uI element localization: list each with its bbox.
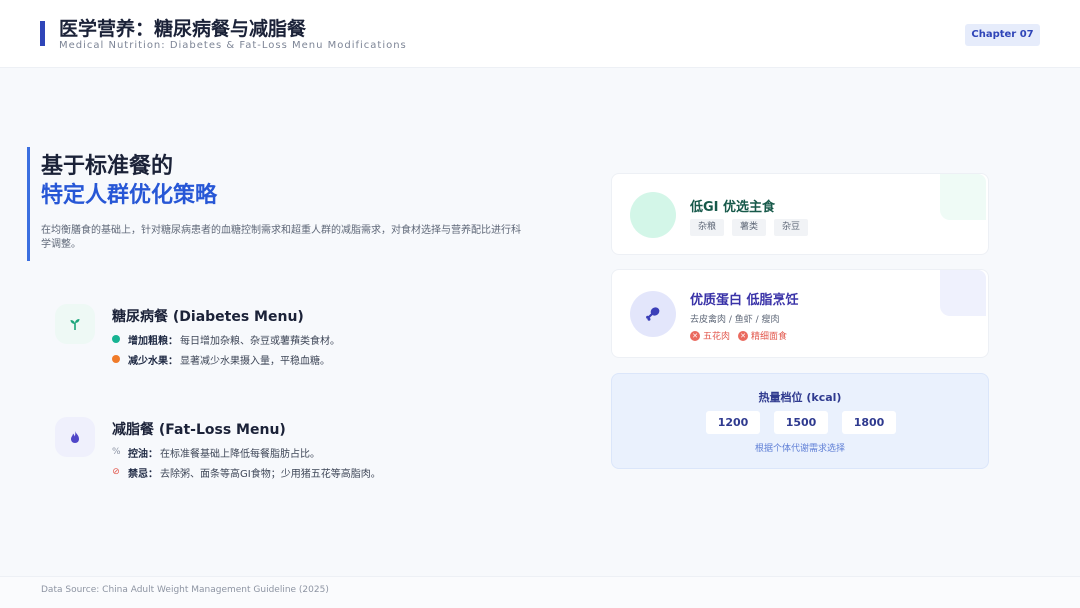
footer: Data Source: China Adult Weight Manageme… (0, 576, 1080, 608)
drumstick-icon (630, 291, 676, 337)
card-corner-decoration (940, 270, 986, 316)
tag: 杂粮 (690, 219, 725, 236)
avoid-item-label: 精细面食 (751, 332, 788, 342)
sprout-icon-graphic (70, 319, 80, 330)
protein-title: 优质蛋白 低脂烹饪 (690, 293, 799, 308)
avoid-list: ✕ 五花肉 ✕ 精细面食 (690, 329, 795, 342)
header: 医学营养：糖尿病餐与减脂餐 Medical Nutrition: Diabete… (0, 0, 1080, 68)
bullet-text: 在标准餐基础上降低每餐脂肪占比。 (160, 448, 320, 460)
bullet-label: 减少水果： (128, 355, 178, 367)
grain-icon (630, 192, 676, 238)
avoid-item: ✕ 精细面食 (738, 329, 787, 342)
avoid-item-label: 五花肉 (703, 332, 731, 342)
chapter-badge: Chapter 07 (965, 24, 1040, 46)
calorie-option: 1200 (706, 411, 760, 434)
card-corner-decoration (940, 174, 986, 220)
tag: 杂豆 (774, 219, 809, 236)
flame-icon-graphic (71, 431, 79, 443)
calorie-options: 1200 1500 1800 (706, 411, 910, 434)
calorie-tier-note: 根据个体代谢需求选择 (754, 444, 845, 454)
fatloss-item-oil: % 控油： 在标准餐基础上降低每餐脂肪占比。 (112, 445, 320, 460)
hero-heading-line2: 特定人群优化策略 (41, 183, 218, 208)
bullet-text: 每日增加杂粮、杂豆或薯蕷类食材。 (180, 335, 340, 347)
calorie-option: 1800 (842, 411, 896, 434)
bullet-text: 去除粥、面条等高GI食物；少用猪五花等高脂肉。 (160, 468, 381, 480)
diabetes-item-grains: 增加粗粮： 每日增加杂粮、杂豆或薯蕷类食材。 (112, 332, 340, 347)
x-circle-icon: ✕ (738, 330, 749, 341)
low-gi-tags: 杂粮 薯类 杂豆 (690, 219, 816, 236)
bullet-label: 增加粗粮： (128, 335, 178, 347)
hero-heading-line1: 基于标准餐的 (41, 154, 174, 179)
ban-icon: ⊘ (112, 467, 120, 477)
avoid-item: ✕ 五花肉 (690, 329, 730, 342)
diabetes-item-fruit: 减少水果： 显著减少水果摄入量，平稳血糖。 (112, 352, 330, 367)
drumstick-icon-graphic (646, 307, 660, 321)
fatloss-item-taboo: ⊘ 禁忌： 去除粥、面条等高GI食物；少用猪五花等高脂肉。 (112, 465, 381, 480)
bullet-text: 显著减少水果摄入量，平稳血糖。 (180, 355, 330, 367)
flame-icon (55, 417, 95, 457)
low-gi-title: 低GI 优选主食 (690, 200, 776, 215)
tag: 薯类 (732, 219, 767, 236)
fatloss-menu-title: 减脂餐 (Fat-Loss Menu) (112, 422, 286, 438)
teal-dot-icon (112, 335, 120, 343)
page-subtitle: Medical Nutrition: Diabetes & Fat-Loss M… (59, 40, 407, 51)
percent-icon: % (112, 447, 121, 457)
sprout-icon (55, 304, 95, 344)
calorie-option: 1500 (774, 411, 828, 434)
protein-description: 去皮禽肉 / 鱼虾 / 瘦肉 (690, 315, 780, 325)
low-gi-card: 低GI 优选主食 杂粮 薯类 杂豆 (611, 173, 989, 255)
orange-dot-icon (112, 355, 120, 363)
x-circle-icon: ✕ (690, 330, 700, 341)
intro-paragraph: 在均衡膳食的基础上，针对糖尿病患者的血糖控制需求和超重人群的减脂需求，对食材选择… (41, 225, 521, 250)
calorie-tier-card: 热量档位 (kcal) 1200 1500 1800 根据个体代谢需求选择 (611, 373, 989, 469)
calorie-tier-title: 热量档位 (kcal) (758, 391, 842, 404)
protein-card: 优质蛋白 低脂烹饪 去皮禽肉 / 鱼虾 / 瘦肉 ✕ 五花肉 ✕ 精细面食 (611, 269, 989, 358)
page-title: 医学营养：糖尿病餐与减脂餐 (59, 18, 307, 40)
hero-accent-bar (27, 147, 30, 261)
diabetes-menu-title: 糖尿病餐 (Diabetes Menu) (112, 309, 304, 325)
bullet-label: 控油： (128, 448, 158, 460)
data-source: Data Source: China Adult Weight Manageme… (41, 585, 329, 595)
bullet-label: 禁忌： (128, 468, 158, 480)
header-accent-bar (40, 21, 45, 46)
